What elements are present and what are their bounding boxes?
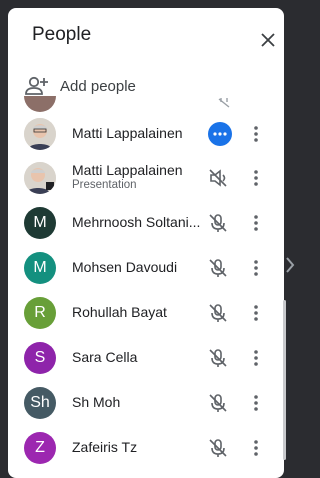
mic-off-icon [209,349,227,367]
mic-off-icon [218,98,230,108]
participant-subtitle: Presentation [72,179,137,191]
more-horiz-active-icon [213,132,227,136]
more-vert-icon[interactable] [246,258,266,278]
avatar [24,162,56,194]
chevron-right-icon[interactable] [284,255,296,275]
participant-row[interactable]: S Sara Cella [8,336,284,380]
more-vert-icon[interactable] [246,168,266,188]
avatar: R [24,297,56,329]
participant-row[interactable]: Sh Sh Moh [8,381,284,425]
more-vert-icon[interactable] [246,303,266,323]
speaking-indicator [208,122,232,146]
volume-off-icon [209,169,227,187]
participant-name: Matti Lappalainen [72,162,183,178]
participant-name: Rohullah Bayat [72,304,167,320]
avatar: Sh [24,387,56,419]
participant-list: Matti Lappalainen Matti Lappalainen Pres… [8,96,284,476]
more-vert-icon[interactable] [246,124,266,144]
more-vert-icon[interactable] [246,393,266,413]
avatar [24,118,56,150]
mic-off-icon [209,394,227,412]
participant-name: Mohsen Davoudi [72,259,178,275]
avatar: S [24,342,56,374]
participant-name: Sara Cella [72,349,138,365]
avatar: M [24,207,56,239]
scrollbar[interactable] [283,300,286,460]
mic-off-icon [209,439,227,457]
person-add-icon [25,76,48,95]
participant-row[interactable]: Matti Lappalainen [8,112,284,156]
person-photo-icon [24,118,56,150]
participant-name: Mehrnoosh Soltani... [72,214,201,230]
mic-off-icon [209,304,227,322]
add-people-label: Add people [60,77,136,95]
participant-name: Sh Moh [72,394,121,410]
more-vert-icon[interactable] [246,213,266,233]
more-vert-icon[interactable] [246,438,266,458]
participant-row[interactable]: Z Zafeiris Tz [8,426,284,470]
participant-name: Matti Lappalainen [72,125,183,141]
participant-row[interactable]: Matti Lappalainen Presentation [8,156,284,200]
avatar [24,96,56,112]
avatar: Z [24,432,56,464]
avatar: M [24,252,56,284]
participant-row[interactable]: M Mehrnoosh Soltani... [8,201,284,245]
participant-name: Zafeiris Tz [72,439,138,455]
mic-off-icon [209,259,227,277]
participant-row[interactable]: R Rohullah Bayat [8,291,284,335]
person-photo-icon [24,162,56,194]
mic-off-icon [209,214,227,232]
more-vert-icon[interactable] [246,348,266,368]
panel-title: People [32,24,92,45]
close-button[interactable] [254,26,282,54]
close-icon [261,33,275,47]
participant-row[interactable]: M Mohsen Davoudi [8,246,284,290]
people-panel: People Add people Matti Lappalainen Matt… [8,8,284,478]
